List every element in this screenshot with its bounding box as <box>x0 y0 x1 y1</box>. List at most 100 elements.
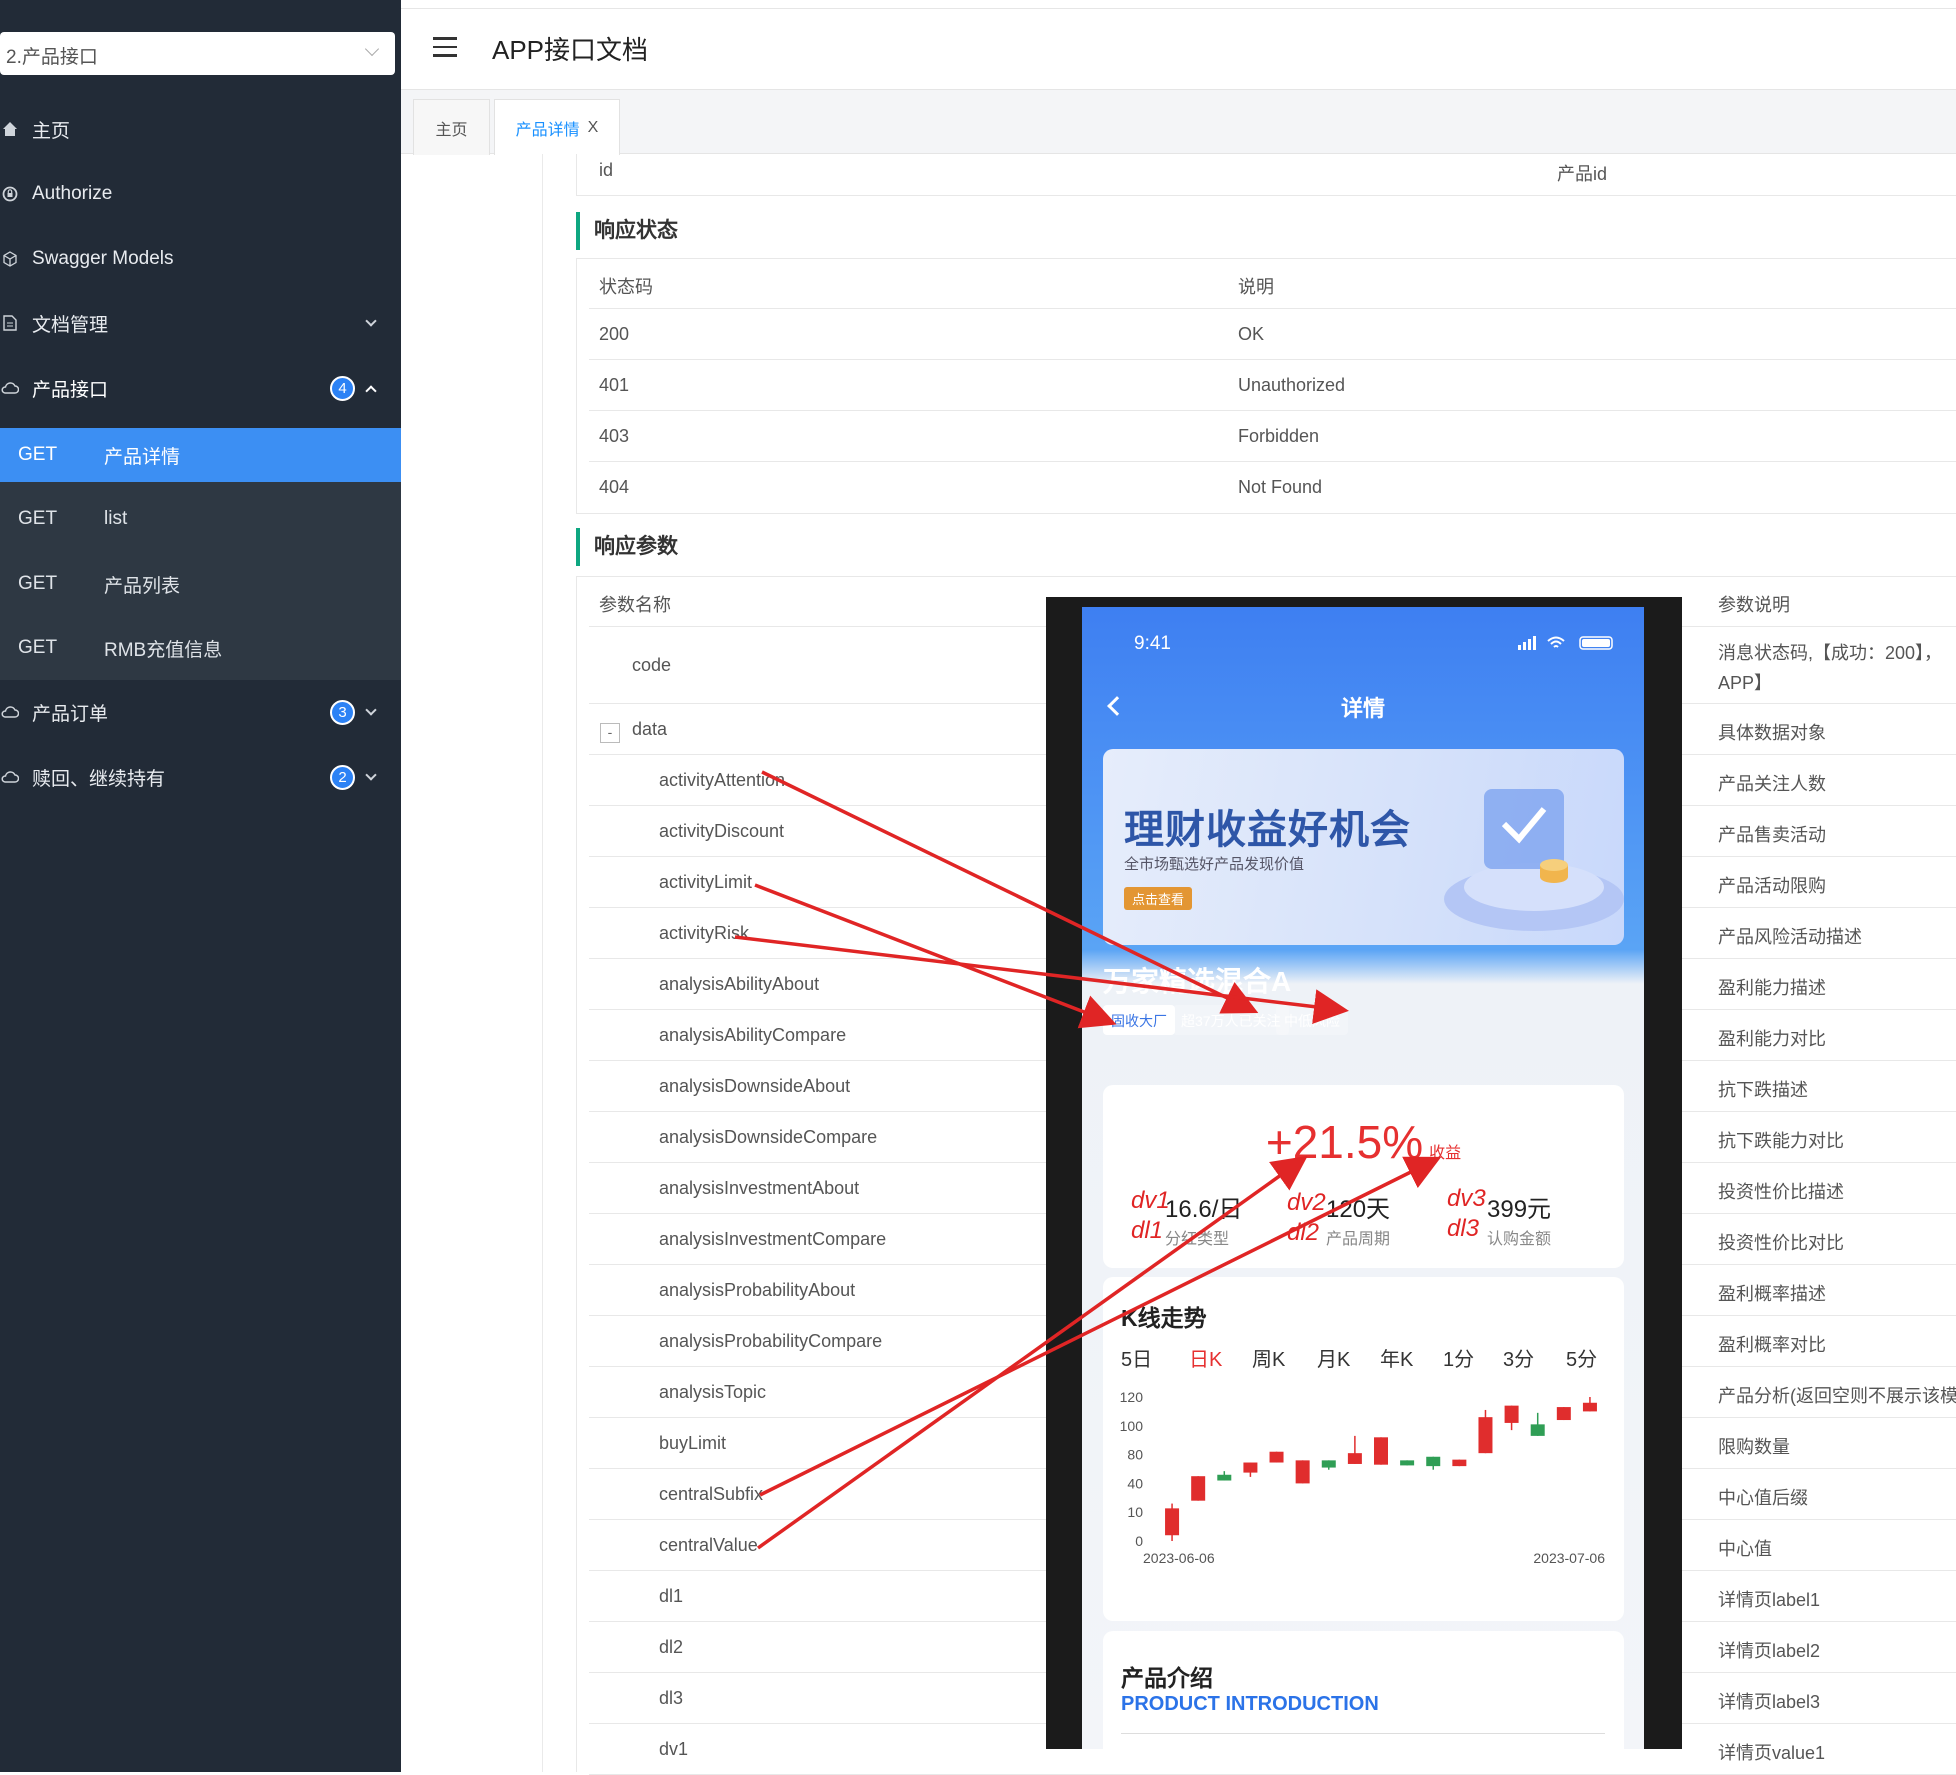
sidebar-item-product-orders[interactable]: 产品订单 3 <box>0 680 401 744</box>
status-code: 403 <box>599 426 630 446</box>
close-icon[interactable]: X <box>588 119 599 137</box>
sidebar-subitem-rmb-recharge[interactable]: GET RMB充值信息 <box>0 621 401 675</box>
table-row: 403 Forbidden <box>589 411 1956 462</box>
param-desc: 详情页label1 <box>1718 1590 1821 1610</box>
param-name: activityLimit <box>659 872 753 892</box>
kline-tab-active[interactable]: 日K <box>1189 1343 1222 1372</box>
product-tag: 超37万人已关注 <box>1173 1005 1289 1035</box>
param-name: analysisProbabilityCompare <box>659 1331 883 1351</box>
param-desc: 抗下跌描述 <box>1718 1080 1808 1100</box>
phone-nav-title: 详情 <box>1340 696 1385 721</box>
status-time: 9:41 <box>1134 633 1171 654</box>
x-tick-label: 2023-07-06 <box>1533 1550 1605 1566</box>
banner-button[interactable]: 点击查看 <box>1124 887 1193 910</box>
param-desc: 投资性价比对比 <box>1718 1233 1844 1253</box>
count-badge: 4 <box>330 375 355 401</box>
candle-body <box>1452 1459 1467 1467</box>
kline-tab[interactable]: 3分 <box>1503 1343 1534 1372</box>
candle-body <box>1478 1417 1493 1454</box>
sidebar-item-label: 产品订单 <box>32 703 109 725</box>
kline-tab[interactable]: 月K <box>1317 1343 1350 1372</box>
chevron-down-icon <box>365 769 377 781</box>
sidebar-item-swagger-models[interactable]: Swagger Models <box>0 227 401 291</box>
param-desc: 产品售卖活动 <box>1718 825 1826 845</box>
param-name: activityDiscount <box>659 821 785 841</box>
detail-label: 产品周期 <box>1326 1231 1391 1248</box>
param-desc: 产品分析(返回空则不展示该模 <box>1718 1386 1956 1406</box>
param-desc: 详情页label2 <box>1718 1641 1821 1661</box>
kline-tab[interactable]: 5分 <box>1566 1343 1597 1372</box>
param-desc: 抗下跌能力对比 <box>1718 1131 1844 1151</box>
candle-body <box>1374 1437 1388 1465</box>
param-name: dl2 <box>659 1637 684 1657</box>
param-desc: 限购数量 <box>1718 1437 1790 1457</box>
status-desc: OK <box>1238 324 1265 344</box>
sidebar-subitem-list[interactable]: GET list <box>0 492 401 546</box>
column-header: 参数说明 <box>1718 595 1790 615</box>
kline-tab[interactable]: 年K <box>1380 1343 1413 1372</box>
section-title-response-params: 响应参数 <box>576 528 1956 566</box>
param-desc: 中心值 <box>1718 1539 1772 1559</box>
home-icon <box>0 119 20 139</box>
sidebar-item-label: 产品接口 <box>32 379 109 401</box>
sidebar-item-home[interactable]: 主页 <box>0 97 401 161</box>
param-name: code <box>632 655 672 675</box>
param-name: analysisProbabilityAbout <box>659 1280 856 1300</box>
sidebar: 2.产品接口 主页 Authorize Swagger Models 文档管理 … <box>0 0 401 1772</box>
annotation-dv1: dv1 <box>1131 1187 1170 1214</box>
promo-banner[interactable]: 理财收益好机会 全市场甄选好产品发现价值 点击查看 <box>1103 749 1624 945</box>
kline-tab[interactable]: 周K <box>1252 1343 1285 1372</box>
column-header: 说明 <box>1238 277 1274 297</box>
detail-label: 认购金额 <box>1487 1231 1552 1248</box>
table-row: id 产品id <box>589 154 1956 196</box>
sidebar-item-product-api[interactable]: 产品接口 4 <box>0 356 401 420</box>
param-name: centralValue <box>659 1535 758 1555</box>
candle-body <box>1165 1508 1180 1536</box>
sidebar-item-doc-management[interactable]: 文档管理 <box>0 291 401 355</box>
param-name: analysisDownsideCompare <box>659 1127 878 1147</box>
param-desc: 盈利能力对比 <box>1718 1029 1826 1049</box>
yield-value: +21.5% <box>1265 1116 1424 1168</box>
page-title: APP接口文档 <box>492 35 649 65</box>
sidebar-item-redeem[interactable]: 赎回、继续持有 2 <box>0 745 401 809</box>
param-desc: 详情页label3 <box>1718 1692 1821 1712</box>
tab-product-detail[interactable]: 产品详情 X <box>494 99 620 155</box>
detail-value: 120天 <box>1326 1196 1391 1223</box>
menu-toggle-icon[interactable] <box>433 37 457 63</box>
intro-card: 产品介绍 PRODUCT INTRODUCTION <box>1103 1631 1624 1749</box>
divider <box>1121 1733 1605 1734</box>
product-name: 万家精选混合A <box>1103 966 1292 997</box>
param-name: analysisTopic <box>659 1382 767 1402</box>
kline-tab[interactable]: 5日 <box>1121 1343 1152 1372</box>
phone-screen: 9:41 详情 理财收益好机会 全市场甄选好产品发现价值 点击查看 万家精选混合… <box>1082 607 1644 1749</box>
table-header-row: 状态码 说明 <box>589 258 1956 309</box>
yield-card: +21.5% 收益 16.6/日 分红类型 120天 产品周期 399元 认购金额… <box>1103 1085 1624 1268</box>
http-method: GET <box>18 508 58 529</box>
candle-body <box>1269 1451 1284 1463</box>
sidebar-item-label: Swagger Models <box>32 248 174 269</box>
coin-illustration-icon <box>1444 789 1624 931</box>
annotation-dl1: dl1 <box>1131 1217 1164 1244</box>
param-name: analysisAbilityAbout <box>659 974 820 994</box>
param-desc: 盈利能力描述 <box>1718 978 1826 998</box>
yield-display: +21.5% 收益 <box>1103 1115 1624 1169</box>
sidebar-item-authorize[interactable]: Authorize <box>0 162 401 226</box>
chevron-down-icon <box>365 315 377 327</box>
column-header: 参数名称 <box>599 595 671 615</box>
sidebar-subitem-product-detail[interactable]: GET 产品详情 <box>0 428 401 482</box>
annotation-dl3: dl3 <box>1447 1215 1480 1242</box>
group-select[interactable]: 2.产品接口 <box>0 32 395 75</box>
candle-body <box>1321 1460 1336 1468</box>
param-desc: 详情页value1 <box>1718 1743 1826 1763</box>
sidebar-item-label: Authorize <box>32 183 113 204</box>
sidebar-subitem-product-list[interactable]: GET 产品列表 <box>0 557 401 611</box>
annotation-dv2: dv2 <box>1287 1189 1326 1216</box>
chevron-down-icon <box>364 41 380 57</box>
cloud-icon <box>0 702 20 722</box>
kline-card: K线走势 5日 日K 周K 月K 年K 1分 3分 5分 0 10 40 80 100 1… <box>1103 1277 1624 1621</box>
annotation-dv3: dv3 <box>1447 1185 1486 1212</box>
kline-tab[interactable]: 1分 <box>1443 1343 1474 1372</box>
tab-home[interactable]: 主页 <box>413 99 490 155</box>
param-desc: 消息状态码,【成功：200】， <box>1718 643 1943 663</box>
param-desc: 产品风险活动描述 <box>1718 927 1862 947</box>
